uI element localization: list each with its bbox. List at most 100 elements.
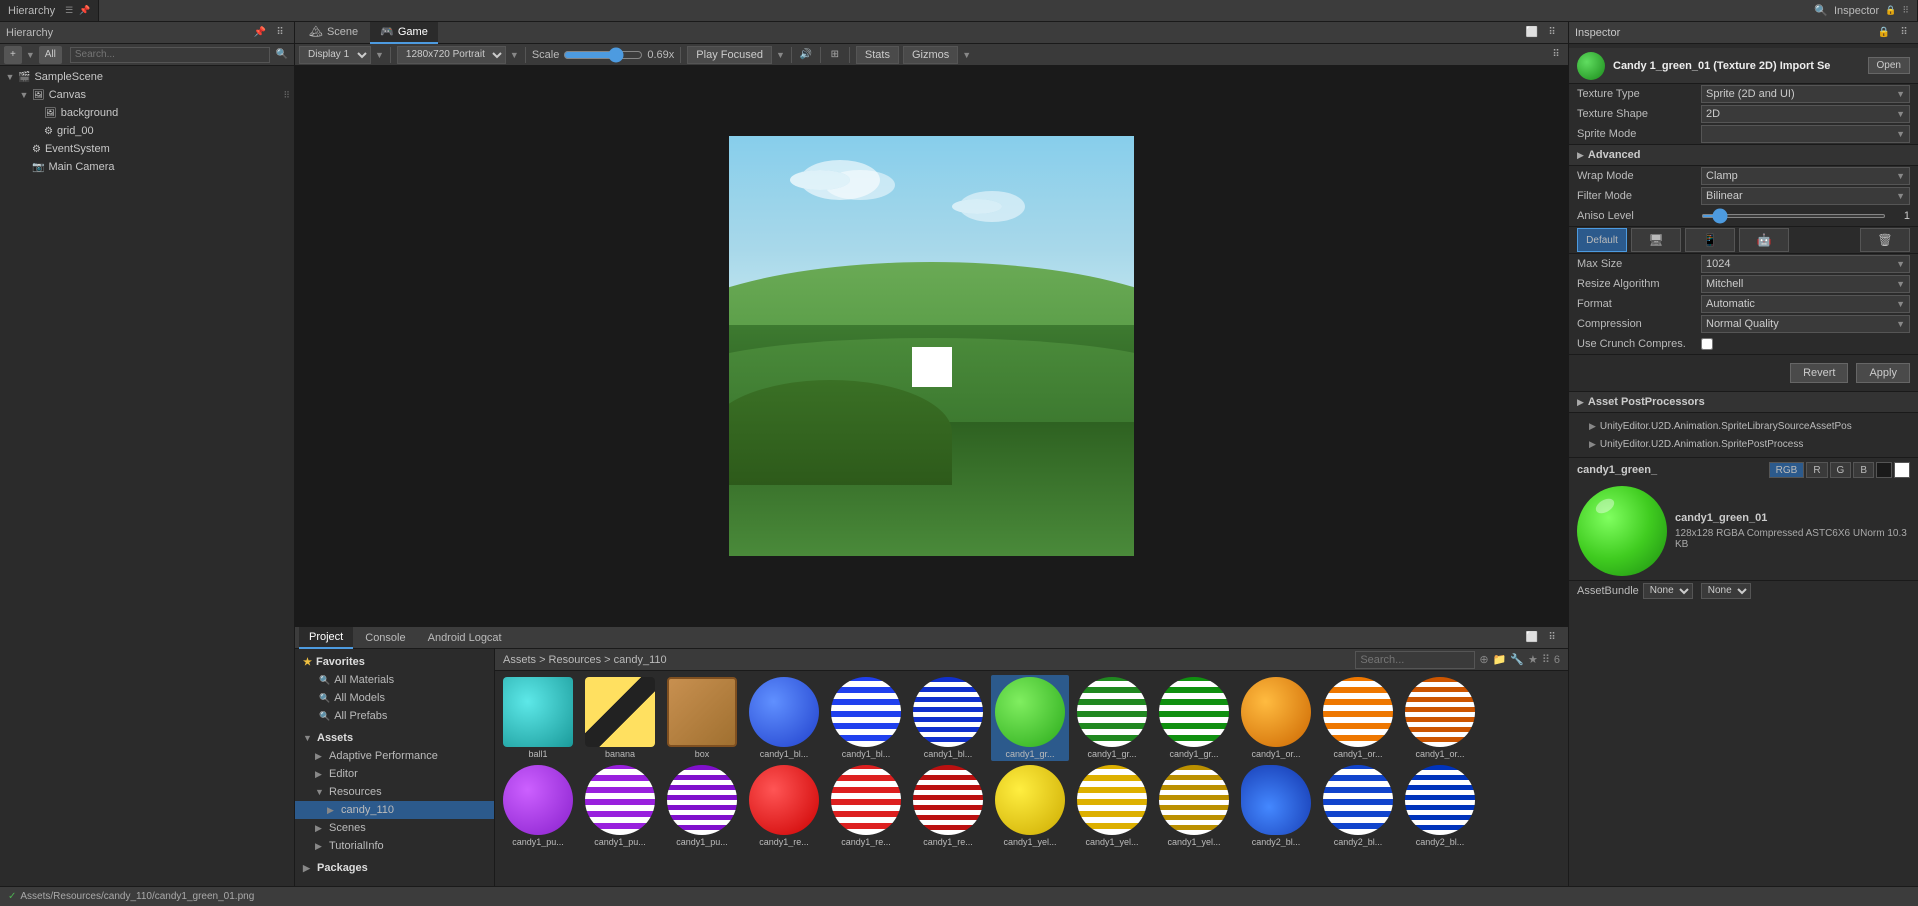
channel-g-btn[interactable]: G [1830, 462, 1852, 478]
insp-lock-btn[interactable]: 🔒 [1876, 25, 1892, 41]
asset-candy2-bl1[interactable]: candy2_bl... [1237, 763, 1315, 849]
platform-tablet-btn[interactable]: 📱 [1685, 228, 1735, 252]
more-icon[interactable]: ⠿ [1542, 653, 1550, 666]
channel-r-btn[interactable]: R [1806, 462, 1827, 478]
revert-btn[interactable]: Revert [1790, 363, 1848, 383]
adaptive-perf-item[interactable]: ▶ Adaptive Performance [295, 747, 494, 765]
scenes-item[interactable]: ▶ Scenes [295, 819, 494, 837]
hierarchy-search-icon[interactable]: 🔍 [274, 47, 290, 63]
asset-candy1-yel2[interactable]: candy1_yel... [1073, 763, 1151, 849]
max-size-dropdown[interactable]: 1024 ▼ [1701, 255, 1910, 273]
asset-candy1-gr1[interactable]: candy1_gr... [991, 675, 1069, 761]
candy110-item[interactable]: ▶ candy_110 [295, 801, 494, 819]
layout-icon[interactable]: ⊞ [827, 47, 843, 63]
asset-candy1-bl2[interactable]: candy1_bl... [827, 675, 905, 761]
filter-icon[interactable]: 🔧 [1510, 653, 1524, 666]
platform-default-btn[interactable]: Default [1577, 228, 1627, 252]
asset-box[interactable]: box [663, 675, 741, 761]
star-filter-icon[interactable]: ★ [1528, 653, 1538, 666]
asset-candy1-re2[interactable]: candy1_re... [827, 763, 905, 849]
asset-candy1-yel1[interactable]: candy1_yel... [991, 763, 1069, 849]
editor-item[interactable]: ▶ Editor [295, 765, 494, 783]
canvas-item[interactable]: ▼ 🖼 Canvas ⠿ [0, 86, 294, 104]
format-dropdown[interactable]: Automatic ▼ [1701, 295, 1910, 313]
hierarchy-add-btn[interactable]: + [4, 46, 22, 64]
bottom-more-icon[interactable]: ⠿ [1544, 630, 1560, 646]
project-search-input[interactable] [1355, 651, 1475, 669]
eventsystem-item[interactable]: ▶ ⚙ EventSystem [0, 140, 294, 158]
play-focused-btn[interactable]: Play Focused [687, 46, 772, 64]
bottom-maximize-icon[interactable]: ⬜ [1524, 630, 1540, 646]
display-select[interactable]: Display 1 [299, 46, 371, 64]
tab-scene[interactable]: 🏔 Scene [299, 22, 368, 44]
tab-hierarchy[interactable]: Hierarchy ☰ 📌 [0, 0, 99, 21]
platform-android-btn[interactable]: 🤖 [1739, 228, 1789, 252]
asset-candy1-yel3[interactable]: candy1_yel... [1155, 763, 1233, 849]
folder-icon[interactable]: 📁 [1493, 653, 1507, 666]
insp-more-btn[interactable]: ⠿ [1896, 25, 1912, 41]
wrap-mode-dropdown[interactable]: Clamp ▼ [1701, 167, 1910, 185]
hierarchy-all-btn[interactable]: All [39, 46, 62, 64]
search-settings-icon[interactable]: ⊕ [1479, 653, 1488, 666]
channel-b-btn[interactable]: B [1853, 462, 1874, 478]
background-item[interactable]: ▶ 🖼 background [0, 104, 294, 122]
grid-item[interactable]: ▶ ⚙ grid_00 [0, 122, 294, 140]
postproc-item-1[interactable]: ▶ UnityEditor.U2D.Animation.SpriteLibrar… [1577, 417, 1910, 435]
hierarchy-pin-btn[interactable]: 📌 [252, 25, 268, 41]
sprite-mode-dropdown[interactable]: ▼ [1701, 125, 1910, 143]
postproc-item-2[interactable]: ▶ UnityEditor.U2D.Animation.SpritePostPr… [1577, 435, 1910, 453]
filter-mode-dropdown[interactable]: Bilinear ▼ [1701, 187, 1910, 205]
compression-dropdown[interactable]: Normal Quality ▼ [1701, 315, 1910, 333]
texture-shape-dropdown[interactable]: 2D ▼ [1701, 105, 1910, 123]
resolution-select[interactable]: 1280x720 Portrait [397, 46, 506, 64]
asset-ball1[interactable]: ball1 [499, 675, 577, 761]
all-prefabs-item[interactable]: 🔍 All Prefabs [295, 707, 494, 725]
packages-header[interactable]: ▶ Packages [295, 859, 494, 877]
scene-more-icon[interactable]: ⠿ [1544, 25, 1560, 41]
scene-maximize-icon[interactable]: ⬜ [1524, 25, 1540, 41]
scene-root-item[interactable]: ▼ 🎬 SampleScene [0, 68, 294, 86]
audio-icon[interactable]: 🔊 [798, 47, 814, 63]
hierarchy-search-input[interactable] [70, 47, 270, 63]
asset-candy1-pu3[interactable]: candy1_pu... [663, 763, 741, 849]
texture-type-dropdown[interactable]: Sprite (2D and UI) ▼ [1701, 85, 1910, 103]
tab-console[interactable]: Console [355, 627, 415, 649]
gizmos-btn[interactable]: Gizmos [903, 46, 958, 64]
asset-banana[interactable]: banana [581, 675, 659, 761]
tab-inspector[interactable]: 🔍 Inspector 🔒 ⠿ [1806, 0, 1918, 21]
resize-algo-dropdown[interactable]: Mitchell ▼ [1701, 275, 1910, 293]
alpha-btn[interactable] [1876, 462, 1892, 478]
asset-candy1-pu1[interactable]: candy1_pu... [499, 763, 577, 849]
assets-header[interactable]: ▼ Assets [295, 729, 494, 747]
platform-trash-btn[interactable]: 🗑 [1860, 228, 1910, 252]
platform-monitor-btn[interactable]: 🖥 [1631, 228, 1681, 252]
crunch-checkbox[interactable] [1701, 338, 1713, 350]
asset-postproc-section[interactable]: ▶ Asset PostProcessors [1569, 391, 1918, 413]
tutorialinfo-item[interactable]: ▶ TutorialInfo [295, 837, 494, 855]
tab-project[interactable]: Project [299, 627, 353, 649]
asset-candy1-re1[interactable]: candy1_re... [745, 763, 823, 849]
advanced-section[interactable]: ▶ Advanced [1569, 144, 1918, 166]
asset-candy2-bl3[interactable]: candy2_bl... [1401, 763, 1479, 849]
bg-white-btn[interactable] [1894, 462, 1910, 478]
all-materials-item[interactable]: 🔍 All Materials [295, 671, 494, 689]
insp-open-btn[interactable]: Open [1868, 57, 1910, 74]
maincamera-item[interactable]: ▶ 📷 Main Camera [0, 158, 294, 176]
asset-bundle-select2[interactable]: None [1701, 583, 1751, 599]
resources-item[interactable]: ▼ Resources [295, 783, 494, 801]
asset-candy1-or3[interactable]: candy1_or... [1401, 675, 1479, 761]
apply-btn[interactable]: Apply [1856, 363, 1910, 383]
stats-btn[interactable]: Stats [856, 46, 899, 64]
asset-candy1-gr3[interactable]: candy1_gr... [1155, 675, 1233, 761]
asset-candy1-or2[interactable]: candy1_or... [1319, 675, 1397, 761]
asset-candy1-gr2[interactable]: candy1_gr... [1073, 675, 1151, 761]
toolbar-more-icon[interactable]: ⠿ [1548, 47, 1564, 63]
favorites-header[interactable]: ★ Favorites [295, 653, 494, 671]
all-models-item[interactable]: 🔍 All Models [295, 689, 494, 707]
asset-candy1-pu2[interactable]: candy1_pu... [581, 763, 659, 849]
channel-rgb-btn[interactable]: RGB [1769, 462, 1805, 478]
asset-candy1-bl3[interactable]: candy1_bl... [909, 675, 987, 761]
asset-bundle-select1[interactable]: None [1643, 583, 1693, 599]
scale-slider[interactable] [563, 47, 643, 63]
asset-candy1-re3[interactable]: candy1_re... [909, 763, 987, 849]
